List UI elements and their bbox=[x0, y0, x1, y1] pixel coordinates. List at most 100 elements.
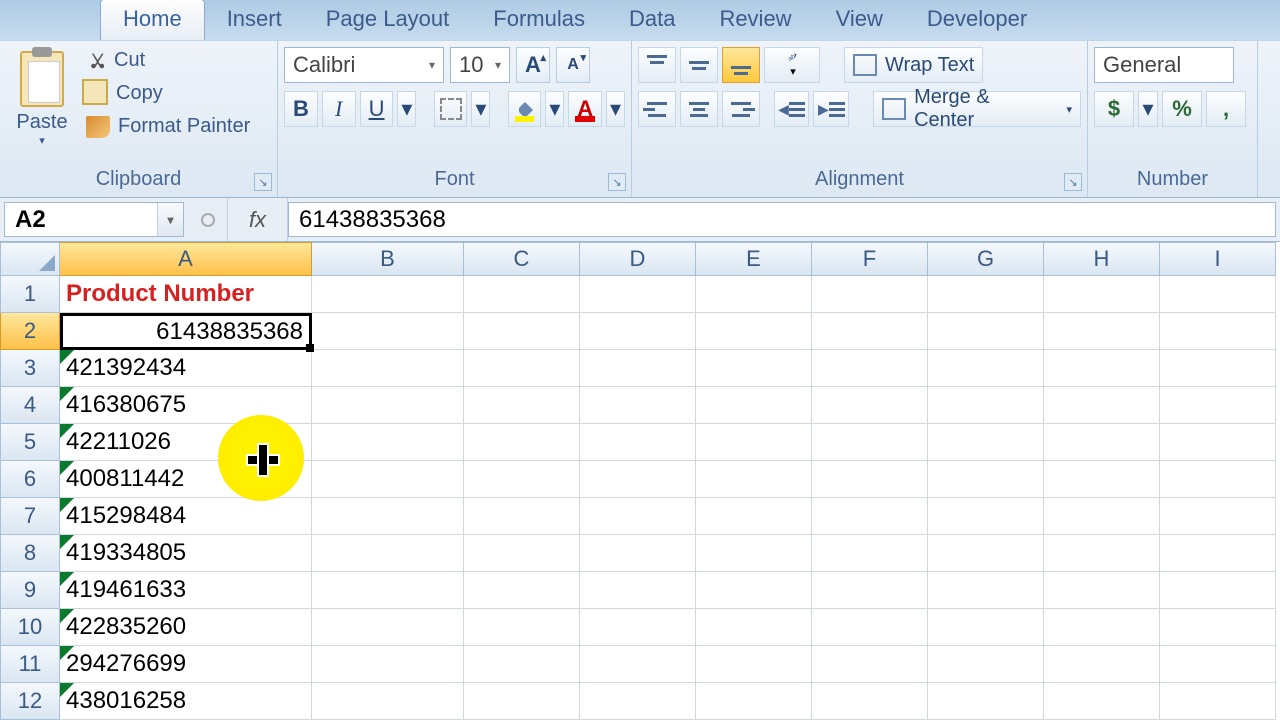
cell[interactable] bbox=[580, 683, 696, 720]
cell[interactable] bbox=[464, 461, 580, 498]
cell[interactable] bbox=[1160, 387, 1276, 424]
col-header-e[interactable]: E bbox=[696, 242, 812, 276]
chevron-down-icon[interactable]: ▾ bbox=[157, 203, 183, 236]
font-color-button[interactable]: A bbox=[568, 91, 602, 127]
cell[interactable] bbox=[928, 313, 1044, 350]
tab-developer[interactable]: Developer bbox=[905, 0, 1049, 40]
font-launcher-icon[interactable]: ↘ bbox=[608, 173, 626, 191]
cell[interactable] bbox=[312, 572, 464, 609]
cell[interactable] bbox=[928, 609, 1044, 646]
cell[interactable]: 438016258 bbox=[60, 683, 312, 720]
increase-indent-button[interactable]: ▶ bbox=[813, 91, 849, 127]
italic-button[interactable]: I bbox=[322, 91, 356, 127]
cell[interactable] bbox=[464, 609, 580, 646]
clipboard-launcher-icon[interactable]: ↘ bbox=[254, 173, 272, 191]
cell[interactable] bbox=[696, 572, 812, 609]
cell[interactable] bbox=[580, 535, 696, 572]
cell[interactable] bbox=[812, 424, 928, 461]
cell[interactable] bbox=[928, 461, 1044, 498]
cell[interactable] bbox=[1160, 350, 1276, 387]
cell[interactable] bbox=[928, 683, 1044, 720]
cell[interactable] bbox=[312, 387, 464, 424]
chevron-down-icon[interactable]: ▾ bbox=[39, 134, 45, 147]
align-left-button[interactable] bbox=[638, 91, 676, 127]
align-center-button[interactable] bbox=[680, 91, 718, 127]
cell[interactable] bbox=[1160, 535, 1276, 572]
cell[interactable]: 422835260 bbox=[60, 609, 312, 646]
align-middle-button[interactable] bbox=[680, 47, 718, 83]
cell[interactable] bbox=[580, 424, 696, 461]
cell[interactable] bbox=[312, 609, 464, 646]
col-header-f[interactable]: F bbox=[812, 242, 928, 276]
row-header[interactable]: 4 bbox=[0, 387, 60, 424]
cell[interactable] bbox=[312, 424, 464, 461]
cell[interactable] bbox=[464, 683, 580, 720]
bold-button[interactable]: B bbox=[284, 91, 318, 127]
merge-center-button[interactable]: Merge & Center ▾ bbox=[873, 91, 1081, 127]
row-header[interactable]: 1 bbox=[0, 276, 60, 313]
cell[interactable] bbox=[696, 535, 812, 572]
cell[interactable] bbox=[928, 572, 1044, 609]
cell[interactable] bbox=[812, 683, 928, 720]
row-header[interactable]: 6 bbox=[0, 461, 60, 498]
cell[interactable] bbox=[1044, 461, 1160, 498]
cell[interactable] bbox=[312, 461, 464, 498]
cell[interactable]: 419334805 bbox=[60, 535, 312, 572]
cell[interactable]: 61438835368 bbox=[60, 313, 312, 350]
fill-color-button[interactable] bbox=[508, 91, 542, 127]
col-header-h[interactable]: H bbox=[1044, 242, 1160, 276]
cell[interactable] bbox=[1044, 276, 1160, 313]
cell[interactable] bbox=[1160, 461, 1276, 498]
cell[interactable] bbox=[580, 387, 696, 424]
currency-button[interactable]: $ bbox=[1094, 91, 1134, 127]
cell[interactable] bbox=[928, 498, 1044, 535]
tab-review[interactable]: Review bbox=[697, 0, 813, 40]
cell[interactable] bbox=[696, 276, 812, 313]
cell[interactable] bbox=[580, 572, 696, 609]
number-format-select[interactable]: General bbox=[1094, 47, 1234, 83]
cell[interactable] bbox=[580, 276, 696, 313]
name-box[interactable]: A2 ▾ bbox=[4, 202, 184, 237]
row-header[interactable]: 5 bbox=[0, 424, 60, 461]
cell[interactable] bbox=[812, 572, 928, 609]
cell[interactable] bbox=[928, 646, 1044, 683]
cell[interactable] bbox=[928, 387, 1044, 424]
tab-page-layout[interactable]: Page Layout bbox=[304, 0, 472, 40]
cell[interactable]: 415298484 bbox=[60, 498, 312, 535]
cell[interactable] bbox=[812, 350, 928, 387]
row-header[interactable]: 11 bbox=[0, 646, 60, 683]
cell[interactable] bbox=[464, 387, 580, 424]
cell[interactable] bbox=[580, 350, 696, 387]
cell[interactable] bbox=[812, 313, 928, 350]
cell[interactable] bbox=[580, 646, 696, 683]
cell[interactable] bbox=[464, 646, 580, 683]
underline-button[interactable]: U bbox=[360, 91, 394, 127]
row-header[interactable]: 10 bbox=[0, 609, 60, 646]
cell[interactable] bbox=[312, 683, 464, 720]
cell[interactable] bbox=[696, 387, 812, 424]
decrease-indent-button[interactable]: ◀ bbox=[774, 91, 810, 127]
col-header-g[interactable]: G bbox=[928, 242, 1044, 276]
align-right-button[interactable] bbox=[722, 91, 760, 127]
cell[interactable] bbox=[812, 276, 928, 313]
cell[interactable] bbox=[696, 350, 812, 387]
col-header-a[interactable]: A bbox=[60, 242, 312, 276]
tab-view[interactable]: View bbox=[814, 0, 905, 40]
cell[interactable] bbox=[812, 609, 928, 646]
tab-home[interactable]: Home bbox=[100, 0, 205, 40]
cell[interactable] bbox=[696, 609, 812, 646]
formula-input[interactable]: 61438835368 bbox=[288, 202, 1276, 237]
cell[interactable] bbox=[1044, 313, 1160, 350]
chevron-down-icon[interactable]: ▾ bbox=[397, 91, 416, 127]
cell[interactable] bbox=[312, 498, 464, 535]
wrap-text-button[interactable]: Wrap Text bbox=[844, 47, 983, 83]
cell[interactable] bbox=[464, 424, 580, 461]
cell[interactable] bbox=[812, 498, 928, 535]
cell[interactable] bbox=[312, 646, 464, 683]
paste-button[interactable]: Paste ▾ bbox=[6, 47, 78, 151]
chevron-down-icon[interactable]: ▾ bbox=[545, 91, 564, 127]
cell[interactable] bbox=[464, 498, 580, 535]
cell[interactable] bbox=[580, 313, 696, 350]
cell[interactable] bbox=[464, 276, 580, 313]
shrink-font-button[interactable]: A▾ bbox=[556, 47, 590, 83]
